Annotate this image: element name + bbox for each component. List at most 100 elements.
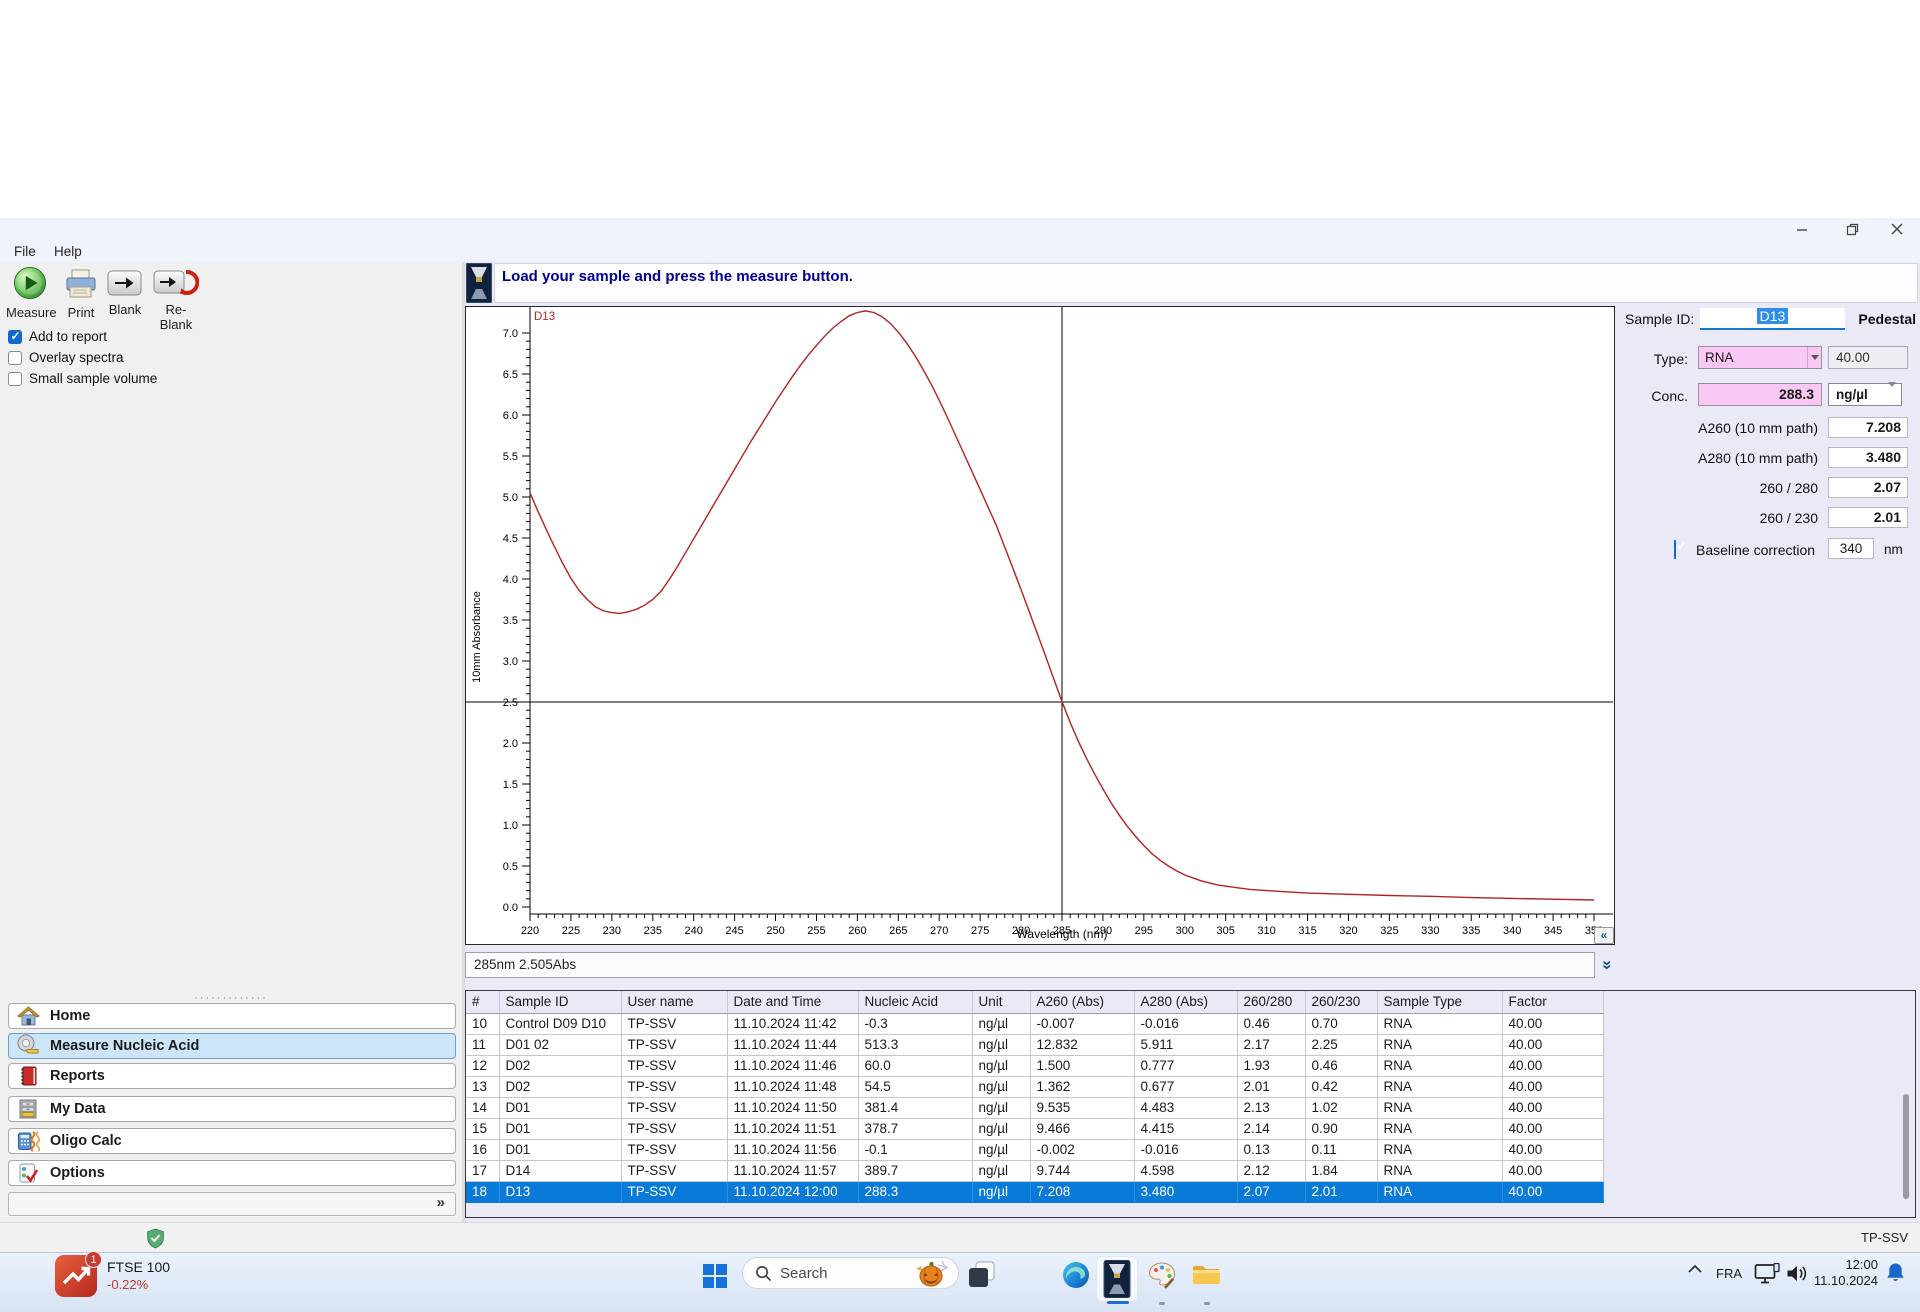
- table-cell[interactable]: 40.00: [1502, 1181, 1604, 1203]
- table-cell[interactable]: -0.007: [1030, 1013, 1135, 1035]
- table-cell[interactable]: ng/µl: [972, 1055, 1031, 1077]
- table-cell[interactable]: ng/µl: [972, 1118, 1031, 1140]
- column-header[interactable]: A260 (Abs): [1030, 991, 1135, 1014]
- task-view-button[interactable]: [968, 1261, 995, 1288]
- sidebar-collapse-bar[interactable]: »: [8, 1192, 456, 1216]
- checkbox-box[interactable]: [8, 371, 22, 386]
- table-cell[interactable]: TP-SSV: [621, 1181, 728, 1203]
- table-cell[interactable]: 381.4: [858, 1097, 973, 1119]
- table-cell[interactable]: 40.00: [1502, 1097, 1604, 1119]
- table-cell[interactable]: D02: [499, 1055, 622, 1077]
- table-cell[interactable]: 40.00: [1502, 1013, 1604, 1035]
- table-cell[interactable]: 18: [466, 1181, 500, 1203]
- table-cell[interactable]: 0.777: [1134, 1055, 1238, 1077]
- table-cell[interactable]: RNA: [1377, 1097, 1503, 1119]
- menu-help[interactable]: Help: [50, 244, 86, 259]
- menu-file[interactable]: File: [10, 244, 40, 259]
- table-cell[interactable]: 2.01: [1305, 1181, 1378, 1203]
- table-cell[interactable]: TP-SSV: [621, 1160, 728, 1182]
- table-cell[interactable]: 288.3: [858, 1181, 973, 1203]
- table-cell[interactable]: 11.10.2024 11:56: [727, 1139, 859, 1161]
- table-cell[interactable]: 1.02: [1305, 1097, 1378, 1119]
- table-cell[interactable]: 40.00: [1502, 1118, 1604, 1140]
- table-cell[interactable]: 2.01: [1237, 1076, 1306, 1098]
- table-scrollbar[interactable]: [1903, 1094, 1909, 1199]
- file-explorer-icon[interactable]: [1192, 1262, 1221, 1286]
- table-cell[interactable]: 2.17: [1237, 1034, 1306, 1056]
- table-cell[interactable]: TP-SSV: [621, 1118, 728, 1140]
- spectrum-chart[interactable]: 0.0 0.5 1.0 1.5 2.0 2.5 3.0 3.5 4.0 4.5 5.0 5.5 6.0 6…: [465, 306, 1615, 945]
- language-indicator[interactable]: FRA: [1716, 1266, 1742, 1281]
- table-cell[interactable]: TP-SSV: [621, 1013, 728, 1035]
- table-cell[interactable]: D13: [499, 1181, 622, 1203]
- table-cell[interactable]: D14: [499, 1160, 622, 1182]
- table-cell[interactable]: 2.07: [1237, 1181, 1306, 1203]
- table-cell[interactable]: ng/µl: [972, 1034, 1031, 1056]
- table-cell[interactable]: TP-SSV: [621, 1097, 728, 1119]
- table-cell[interactable]: -0.1: [858, 1139, 973, 1161]
- table-cell[interactable]: -0.016: [1134, 1013, 1238, 1035]
- table-cell[interactable]: ng/µl: [972, 1097, 1031, 1119]
- table-cell[interactable]: 11: [466, 1034, 500, 1056]
- collapse-spectra-button[interactable]: «: [1594, 927, 1614, 944]
- column-header[interactable]: Factor: [1502, 991, 1604, 1014]
- table-cell[interactable]: ng/µl: [972, 1076, 1031, 1098]
- table-cell[interactable]: 0.677: [1134, 1076, 1238, 1098]
- table-cell[interactable]: 40.00: [1502, 1160, 1604, 1182]
- table-cell[interactable]: 3.480: [1134, 1181, 1238, 1203]
- checkbox-box[interactable]: [8, 329, 22, 344]
- table-cell[interactable]: 0.11: [1305, 1139, 1378, 1161]
- table-cell[interactable]: 9.466: [1030, 1118, 1135, 1140]
- table-cell[interactable]: RNA: [1377, 1076, 1503, 1098]
- column-header[interactable]: Unit: [972, 991, 1031, 1014]
- table-cell[interactable]: 1.362: [1030, 1076, 1135, 1098]
- close-button[interactable]: [1881, 216, 1913, 242]
- table-cell[interactable]: 1.500: [1030, 1055, 1135, 1077]
- table-cell[interactable]: 12: [466, 1055, 500, 1077]
- column-header[interactable]: A280 (Abs): [1134, 991, 1238, 1014]
- measure-button[interactable]: Measure: [6, 266, 57, 320]
- table-cell[interactable]: ng/µl: [972, 1139, 1031, 1161]
- column-header[interactable]: Nucleic Acid: [858, 991, 973, 1014]
- title-bar[interactable]: Nucleic Acid [C:\Users\TP-SSV\Documents\…: [0, 218, 1920, 456]
- table-cell[interactable]: 378.7: [858, 1118, 973, 1140]
- table-cell[interactable]: 1.84: [1305, 1160, 1378, 1182]
- table-row[interactable]: 13 D02 TP-SSV 11.10.2024 11:48 54.5 ng/µl 1.36…: [466, 1076, 1604, 1098]
- table-row[interactable]: 18 D13 TP-SSV 11.10.2024 12:00 288.3 ng/µl 7.2…: [466, 1181, 1604, 1203]
- table-cell[interactable]: 15: [466, 1118, 500, 1140]
- minimize-button[interactable]: [1786, 216, 1818, 242]
- sidebar-item-my-data[interactable]: My Data: [8, 1096, 456, 1122]
- table-cell[interactable]: 0.46: [1305, 1055, 1378, 1077]
- table-cell[interactable]: 60.0: [858, 1055, 973, 1077]
- table-cell[interactable]: 0.90: [1305, 1118, 1378, 1140]
- expand-table-button[interactable]: »: [1598, 953, 1618, 977]
- table-cell[interactable]: -0.3: [858, 1013, 973, 1035]
- baseline-correction-checkbox[interactable]: [1674, 540, 1676, 559]
- table-row[interactable]: 11 D01 02 TP-SSV 11.10.2024 11:44 513.3 ng/µl…: [466, 1034, 1604, 1056]
- table-row[interactable]: 15 D01 TP-SSV 11.10.2024 11:51 378.7 ng/µl 9.4…: [466, 1118, 1604, 1140]
- table-cell[interactable]: ng/µl: [972, 1181, 1031, 1203]
- table-cell[interactable]: ng/µl: [972, 1013, 1031, 1035]
- table-cell[interactable]: TP-SSV: [621, 1076, 728, 1098]
- sidebar-item-oligo-calc[interactable]: Oligo Calc: [8, 1128, 456, 1154]
- network-icon[interactable]: [1754, 1263, 1780, 1285]
- table-cell[interactable]: 4.598: [1134, 1160, 1238, 1182]
- tray-expand-chevron-icon[interactable]: [1688, 1264, 1702, 1274]
- spectrum-plot[interactable]: 0.0 0.5 1.0 1.5 2.0 2.5 3.0 3.5 4.0 4.5 5.0 5.5 6.0 6…: [466, 307, 1613, 943]
- table-cell[interactable]: 11.10.2024 11:44: [727, 1034, 859, 1056]
- edge-browser-icon[interactable]: [1062, 1261, 1090, 1289]
- table-cell[interactable]: 13: [466, 1076, 500, 1098]
- table-cell[interactable]: TP-SSV: [621, 1139, 728, 1161]
- table-row[interactable]: 10 Control D09 D10 TP-SSV 11.10.2024 11:42-…: [466, 1013, 1604, 1035]
- table-row[interactable]: 14 D01 TP-SSV 11.10.2024 11:50 381.4 ng/µl 9.5…: [466, 1097, 1604, 1119]
- table-cell[interactable]: D01: [499, 1097, 622, 1119]
- table-cell[interactable]: 11.10.2024 11:46: [727, 1055, 859, 1077]
- sample-id-input[interactable]: D13: [1700, 308, 1845, 330]
- column-header[interactable]: Sample Type: [1377, 991, 1503, 1014]
- table-cell[interactable]: 0.13: [1237, 1139, 1306, 1161]
- table-cell[interactable]: 11.10.2024 11:51: [727, 1118, 859, 1140]
- clock[interactable]: 12:00 11.10.2024: [1798, 1257, 1878, 1289]
- table-cell[interactable]: 40.00: [1502, 1034, 1604, 1056]
- table-cell[interactable]: 2.25: [1305, 1034, 1378, 1056]
- table-cell[interactable]: 17: [466, 1160, 500, 1182]
